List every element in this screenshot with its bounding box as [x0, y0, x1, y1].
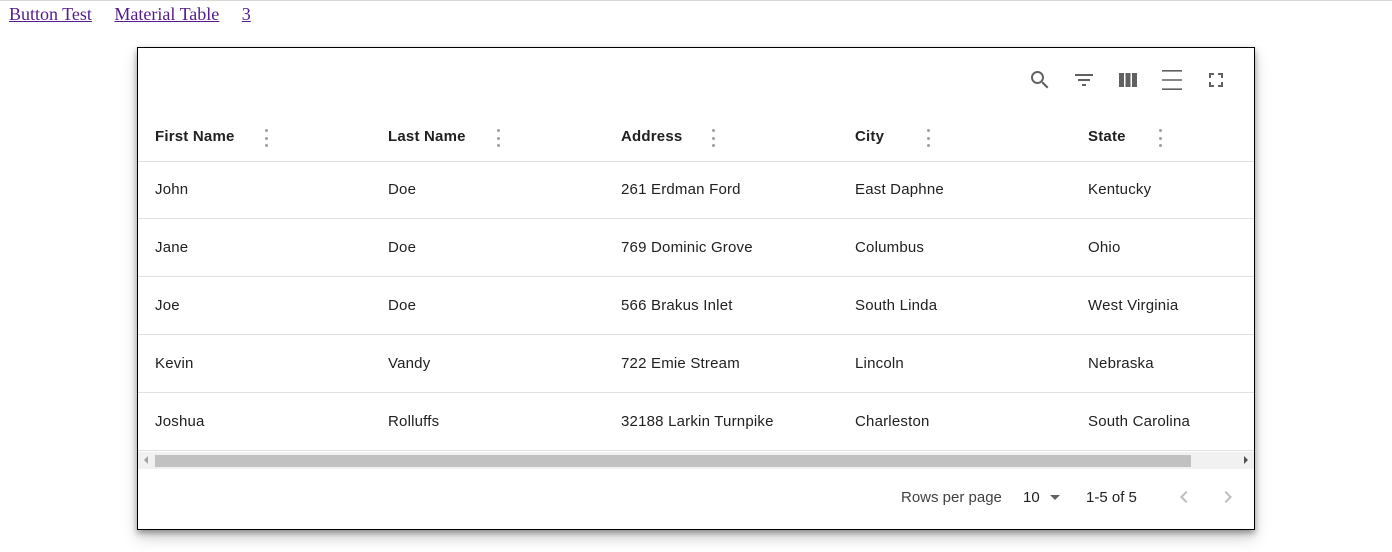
pagination-range: 1-5 of 5	[1086, 489, 1137, 506]
cell-first-name: Joshua	[155, 413, 205, 430]
scroll-left-arrow-icon[interactable]	[144, 456, 148, 464]
cell-first-name: John	[155, 181, 189, 198]
rows-per-page-select[interactable]: 10	[1023, 489, 1060, 506]
column-header-label: State	[1088, 128, 1126, 145]
column-menu-city[interactable]	[924, 129, 932, 147]
column-menu-first-name[interactable]	[262, 129, 270, 147]
cell-state: Kentucky	[1088, 181, 1152, 198]
column-header-label: City	[855, 128, 885, 145]
cell-city: Charleston	[855, 413, 930, 430]
cell-last-name: Doe	[388, 297, 417, 314]
chevron-left-icon	[1180, 491, 1188, 503]
cell-address: 769 Dominic Grove	[621, 239, 753, 256]
cell-last-name: Doe	[388, 239, 417, 256]
cell-last-name: Doe	[388, 181, 417, 198]
cell-state: Ohio	[1088, 239, 1121, 256]
cell-first-name: Joe	[155, 297, 180, 314]
cell-city: Lincoln	[855, 355, 904, 372]
column-menu-address[interactable]	[709, 129, 717, 147]
cell-state: West Virginia	[1088, 297, 1179, 314]
cell-address: 722 Emie Stream	[621, 355, 740, 372]
column-menu-state[interactable]	[1156, 129, 1164, 147]
column-header-state[interactable]: State	[1088, 112, 1126, 161]
columns-icon	[1119, 73, 1137, 87]
top-nav: Button Test Material Table 3	[9, 4, 251, 25]
column-header-label: Address	[621, 128, 683, 145]
column-header-last-name[interactable]: Last Name	[388, 112, 466, 161]
column-header-first-name[interactable]: First Name	[155, 112, 235, 161]
cell-city: South Linda	[855, 297, 938, 314]
filter-icon	[1075, 74, 1093, 86]
cell-address: 32188 Larkin Turnpike	[621, 413, 774, 430]
cell-city: Columbus	[855, 239, 925, 256]
pagination-footer: Rows per page 10 1-5 of 5	[138, 470, 1254, 528]
column-header-label: Last Name	[388, 128, 466, 145]
cell-first-name: Jane	[155, 239, 189, 256]
cell-address: 566 Brakus Inlet	[621, 297, 733, 314]
rows-per-page-value: 10	[1023, 489, 1040, 506]
density-button[interactable]	[1152, 65, 1192, 95]
fullscreen-icon	[1209, 73, 1223, 87]
columns-button[interactable]	[1108, 65, 1148, 95]
column-header-address[interactable]: Address	[621, 112, 682, 161]
fullscreen-button[interactable]	[1196, 65, 1236, 95]
cell-last-name: Vandy	[388, 355, 431, 372]
column-header-city[interactable]: City	[855, 112, 884, 161]
table-container: First Name Last Name Address City State …	[137, 47, 1255, 530]
column-header-label: First Name	[155, 128, 235, 145]
table-row[interactable]: Joe Doe 566 Brakus Inlet South Linda Wes…	[138, 277, 1254, 335]
table-row[interactable]: John Doe 261 Erdman Ford East Daphne Ken…	[138, 161, 1254, 219]
table-row[interactable]: Kevin Vandy 722 Emie Stream Lincoln Nebr…	[138, 335, 1254, 393]
table-header-row: First Name Last Name Address City State	[138, 112, 1254, 162]
nav-link-3[interactable]: 3	[242, 4, 251, 24]
chevron-right-icon	[1224, 491, 1232, 503]
density-icon	[1162, 70, 1182, 90]
horizontal-scrollbar[interactable]	[138, 452, 1254, 469]
previous-page-button[interactable]	[1170, 483, 1198, 511]
dropdown-arrow-icon	[1049, 495, 1060, 500]
table-toolbar	[1020, 65, 1236, 95]
cell-address: 261 Erdman Ford	[621, 181, 741, 198]
scroll-right-arrow-icon[interactable]	[1244, 456, 1248, 464]
cell-last-name: Rolluffs	[388, 413, 440, 430]
next-page-button[interactable]	[1214, 483, 1242, 511]
search-icon	[1031, 71, 1049, 89]
cell-first-name: Kevin	[155, 355, 194, 372]
cell-city: East Daphne	[855, 181, 944, 198]
search-button[interactable]	[1020, 65, 1060, 95]
column-menu-last-name[interactable]	[494, 129, 502, 147]
cell-state: South Carolina	[1088, 413, 1191, 430]
table-row[interactable]: Joshua Rolluffs 32188 Larkin Turnpike Ch…	[138, 393, 1254, 451]
scrollbar-thumb[interactable]	[155, 455, 1191, 467]
table-row[interactable]: Jane Doe 769 Dominic Grove Columbus Ohio	[138, 219, 1254, 277]
cell-state: Nebraska	[1088, 355, 1154, 372]
filter-button[interactable]	[1064, 65, 1104, 95]
nav-link-button-test[interactable]: Button Test	[9, 4, 92, 24]
nav-link-material-table[interactable]: Material Table	[114, 4, 219, 24]
rows-per-page-label: Rows per page	[901, 489, 1002, 506]
